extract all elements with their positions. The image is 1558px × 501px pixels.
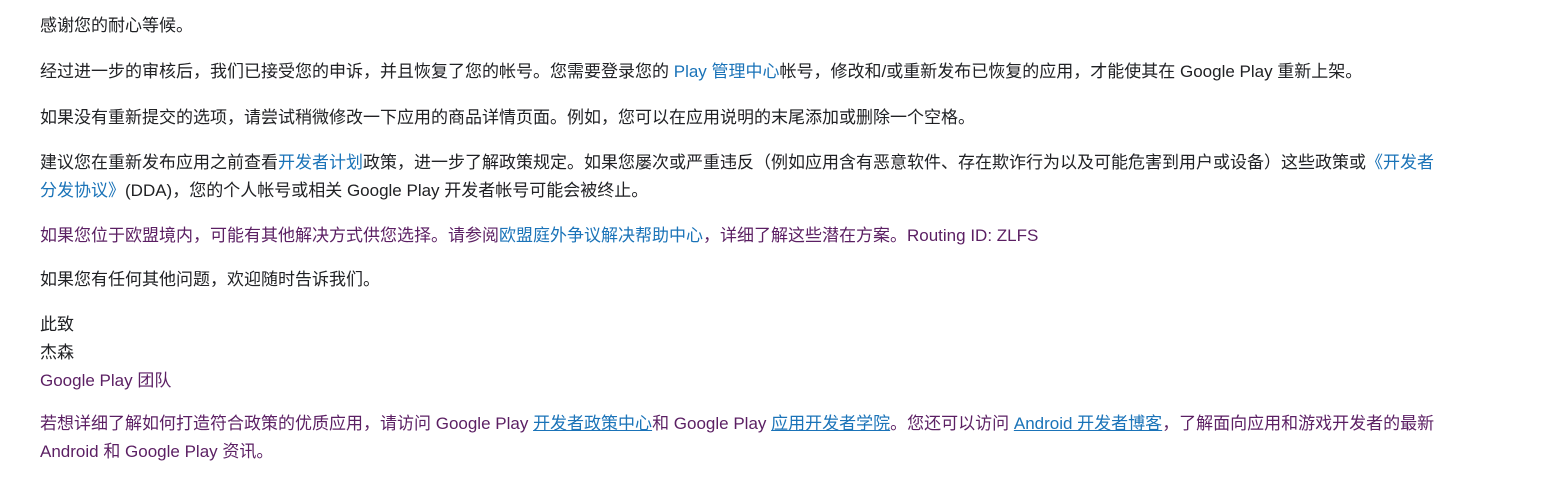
paragraph-policy-line2: 分发协议》(DDA)，您的个人帐号或相关 Google Play 开发者帐号可能…	[40, 180, 648, 202]
paragraph-questions: 如果您有任何其他问题，欢迎随时告诉我们。	[40, 270, 380, 289]
p3-text-middle: 政策，进一步了解政策规定。如果您屡次或严重违反（例如应用含有恶意软件、存在欺诈行…	[363, 153, 1366, 172]
footer-text-2: 和 Google Play	[652, 414, 772, 433]
developer-program-link[interactable]: 开发者计划	[278, 153, 363, 172]
greeting-text: 感谢您的耐心等候。	[40, 16, 193, 35]
android-blog-link[interactable]: Android 开发者博客	[1014, 414, 1162, 433]
p3-text-before: 建议您在重新发布应用之前查看	[40, 153, 278, 172]
academy-link[interactable]: 应用开发者学院	[771, 414, 890, 433]
p4-text-before: 如果您位于欧盟境内，可能有其他解决方式供您选择。请参阅	[40, 226, 499, 245]
dda-link-part1[interactable]: 《开发者	[1366, 153, 1434, 172]
paragraph-account-restored: 经过进一步的审核后，我们已接受您的申诉，并且恢复了您的帐号。您需要登录您的 Pl…	[40, 61, 1362, 83]
footer-text-3: 。您还可以访问	[890, 414, 1014, 433]
paragraph-resubmit-hint: 如果没有重新提交的选项，请尝试稍微修改一下应用的商品详情页面。例如，您可以在应用…	[40, 108, 975, 127]
p1-text-after: 帐号，修改和/或重新发布已恢复的应用，才能使其在 Google Play 重新上…	[779, 62, 1363, 81]
paragraph-eu-dispute: 如果您位于欧盟境内，可能有其他解决方式供您选择。请参阅欧盟庭外争议解决帮助中心，…	[40, 225, 1038, 247]
p3-text-after: (DDA)，您的个人帐号或相关 Google Play 开发者帐号可能会被终止。	[125, 181, 649, 200]
footer-text-1: 若想详细了解如何打造符合政策的优质应用，请访问 Google Play	[40, 414, 534, 433]
p4-text-after: ，详细了解这些潜在方案。Routing ID: ZLFS	[703, 226, 1039, 245]
footer-text-4: ，了解面向应用和游戏开发者的最新	[1162, 414, 1435, 433]
signoff-team: Google Play 团队	[40, 371, 172, 390]
footer-line1: 若想详细了解如何打造符合政策的优质应用，请访问 Google Play 开发者政…	[40, 413, 1434, 435]
signoff-closing: 此致	[40, 315, 74, 334]
dda-link-part2[interactable]: 分发协议》	[40, 181, 125, 200]
email-body: 感谢您的耐心等候。 经过进一步的审核后，我们已接受您的申诉，并且恢复了您的帐号。…	[0, 0, 1558, 501]
footer-line2: Android 和 Google Play 资讯。	[40, 442, 274, 461]
p1-text-before: 经过进一步的审核后，我们已接受您的申诉，并且恢复了您的帐号。您需要登录您的	[40, 62, 674, 81]
eu-dispute-help-link[interactable]: 欧盟庭外争议解决帮助中心	[499, 226, 703, 245]
paragraph-policy-line1: 建议您在重新发布应用之前查看开发者计划政策，进一步了解政策规定。如果您屡次或严重…	[40, 152, 1434, 174]
signoff-name: 杰森	[40, 343, 74, 362]
policy-center-link[interactable]: 开发者政策中心	[533, 414, 652, 433]
play-console-link[interactable]: Play 管理中心	[674, 62, 780, 81]
